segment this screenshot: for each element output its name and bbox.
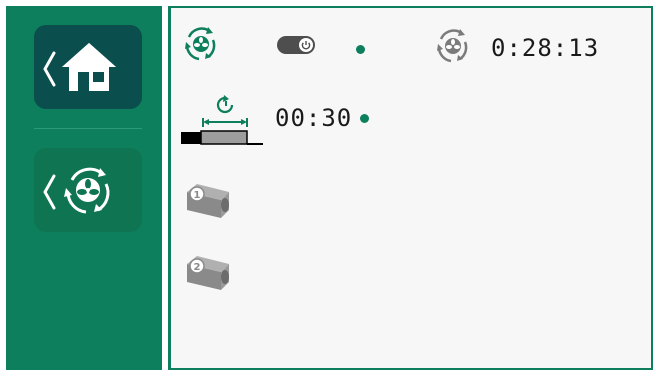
sidebar [6, 6, 162, 370]
status-dot [360, 113, 370, 123]
chevron-left-icon [43, 51, 56, 87]
unit-2-icon[interactable]: 2 [181, 252, 233, 296]
chevron-left-icon [43, 174, 56, 210]
schedule-timer: 00:30 [275, 104, 370, 132]
schedule-value: 00:30 [275, 104, 353, 132]
svg-text:2: 2 [194, 262, 201, 273]
fan-timer: 0:28:13 [491, 34, 599, 62]
status-dot [356, 45, 365, 54]
nav-home-button[interactable] [34, 25, 142, 109]
nav-ventilation-button[interactable] [34, 148, 142, 232]
fan-timer-icon [437, 29, 468, 63]
schedule-icon[interactable] [181, 94, 265, 150]
home-icon [62, 43, 116, 91]
fan-timer-value: 0:28:13 [491, 34, 600, 62]
fan-cycle-icon [64, 167, 110, 214]
status-panel: 0:28:13 00:30 1 2 [171, 6, 653, 370]
power-icon [299, 38, 313, 52]
svg-text:1: 1 [194, 190, 201, 201]
fan-cycle-icon[interactable] [181, 24, 221, 64]
power-toggle-track[interactable] [277, 36, 315, 54]
unit-1-icon[interactable]: 1 [181, 180, 233, 224]
nav-divider [34, 128, 142, 129]
power-toggle[interactable] [277, 36, 315, 54]
screen: 0:28:13 00:30 1 2 [0, 0, 656, 376]
